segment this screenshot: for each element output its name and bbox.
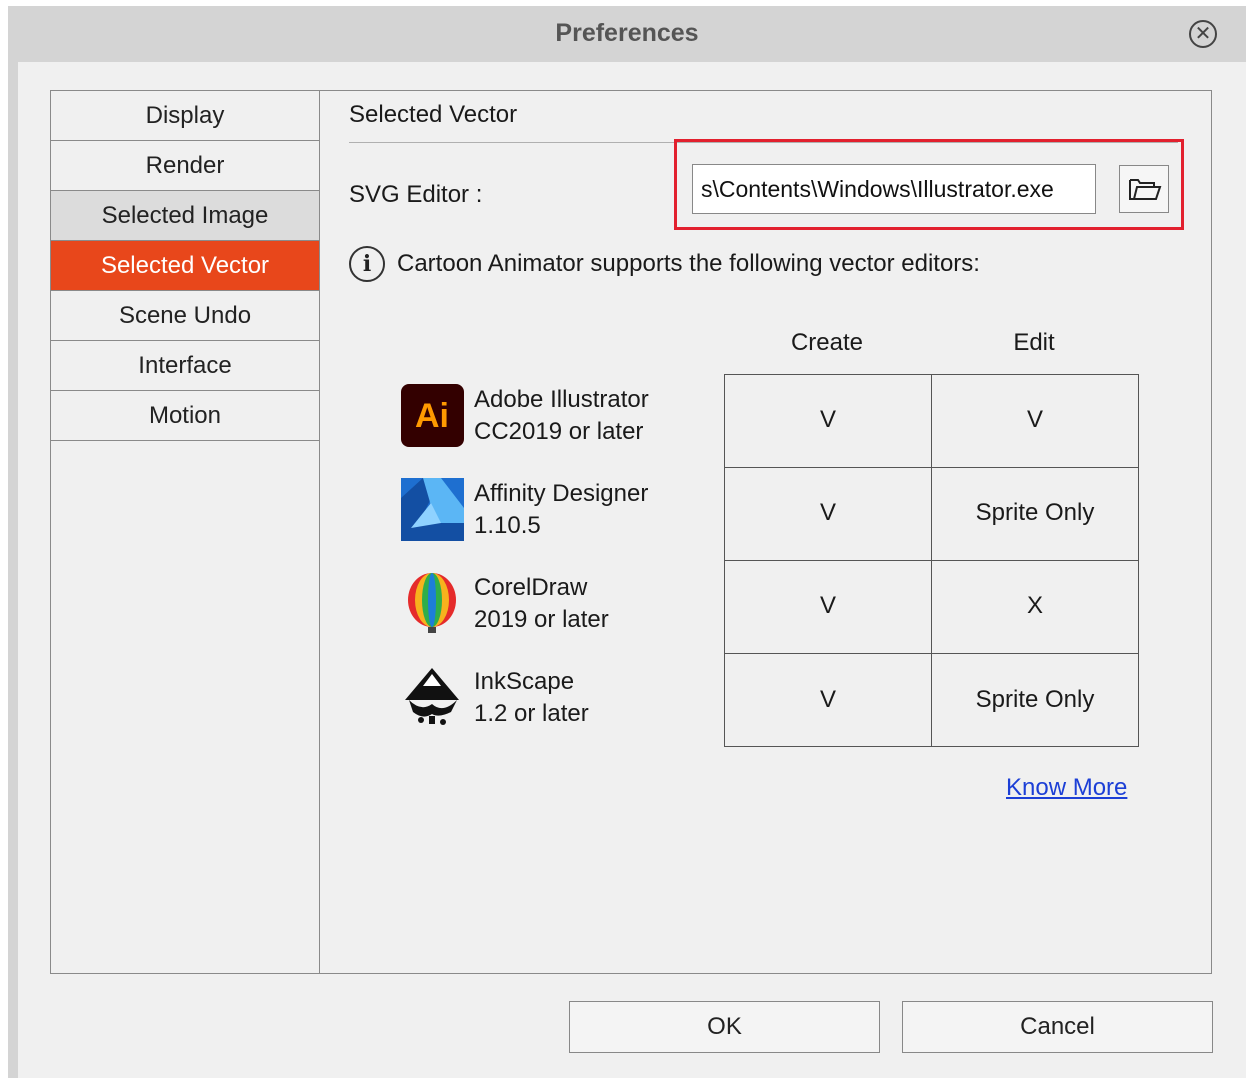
svg-editor-path-input[interactable] <box>692 164 1096 214</box>
cell-create: V <box>819 406 836 433</box>
editor-name-illustrator: Adobe Illustrator CC2019 or later <box>474 384 649 448</box>
table-row-divider <box>725 653 1138 654</box>
section-title: Selected Vector <box>349 101 518 128</box>
cell-edit: V <box>1026 406 1043 433</box>
column-header-create: Create <box>790 329 864 356</box>
info-text: Cartoon Animator supports the following … <box>397 250 980 277</box>
cell-edit: X <box>1026 592 1043 619</box>
cell-edit: Sprite Only <box>975 499 1095 526</box>
sidebar-item-selected-image[interactable]: Selected Image <box>51 191 319 241</box>
dialog-title: Preferences <box>555 19 699 47</box>
folder-icon <box>1129 179 1162 200</box>
editor-name-line2: 2019 or later <box>474 606 609 633</box>
inkscape-icon <box>405 668 459 725</box>
adobe-illustrator-icon: Ai <box>401 384 464 447</box>
editor-name-inkscape: InkScape 1.2 or later <box>474 666 589 730</box>
close-icon[interactable]: ✕ <box>1189 20 1217 48</box>
cell-create: V <box>819 499 836 526</box>
info-icon: i <box>349 246 385 282</box>
sidebar-item-motion[interactable]: Motion <box>51 391 319 441</box>
editor-name-coreldraw: CorelDraw 2019 or later <box>474 572 609 636</box>
cell-create: V <box>819 592 836 619</box>
preferences-panel: Display Render Selected Image Selected V… <box>50 90 1212 974</box>
editor-name-affinity: Affinity Designer 1.10.5 <box>474 478 648 542</box>
sidebar: Display Render Selected Image Selected V… <box>51 91 320 973</box>
sidebar-item-render[interactable]: Render <box>51 141 319 191</box>
sidebar-item-display[interactable]: Display <box>51 91 319 141</box>
content-area: Selected Vector SVG Editor : i Cartoon A… <box>320 91 1211 973</box>
svg-editor-label: SVG Editor : <box>349 181 483 208</box>
sidebar-item-selected-vector[interactable]: Selected Vector <box>51 241 319 291</box>
cancel-button[interactable]: Cancel <box>902 1001 1213 1053</box>
svg-text:Ai: Ai <box>415 397 449 435</box>
dialog-body: Display Render Selected Image Selected V… <box>18 62 1246 1078</box>
editor-name-line1: Affinity Designer <box>474 480 649 507</box>
coreldraw-icon <box>408 573 456 633</box>
sidebar-item-interface[interactable]: Interface <box>51 341 319 391</box>
editor-name-line2: 1.10.5 <box>474 512 541 539</box>
title-bar: Preferences ✕ <box>8 6 1246 62</box>
affinity-designer-icon <box>401 478 464 541</box>
support-table: V V V Sprite Only V X V Sprite Only <box>724 374 1139 747</box>
table-row-divider <box>725 560 1138 561</box>
column-header-edit: Edit <box>1013 329 1055 356</box>
cell-edit: Sprite Only <box>975 686 1095 713</box>
preferences-dialog: Preferences ✕ Display Render Selected Im… <box>8 6 1246 1078</box>
sidebar-item-scene-undo[interactable]: Scene Undo <box>51 291 319 341</box>
editor-name-line2: CC2019 or later <box>474 418 644 445</box>
cell-create: V <box>819 686 836 713</box>
ok-button[interactable]: OK <box>569 1001 880 1053</box>
editor-name-line1: Adobe Illustrator <box>474 386 649 413</box>
table-row-divider <box>725 467 1138 468</box>
editor-name-line2: 1.2 or later <box>474 700 589 727</box>
editor-name-line1: CorelDraw <box>474 574 588 601</box>
know-more-link[interactable]: Know More <box>1006 774 1127 802</box>
editor-name-line1: InkScape <box>474 668 575 695</box>
browse-folder-button[interactable] <box>1119 165 1169 213</box>
